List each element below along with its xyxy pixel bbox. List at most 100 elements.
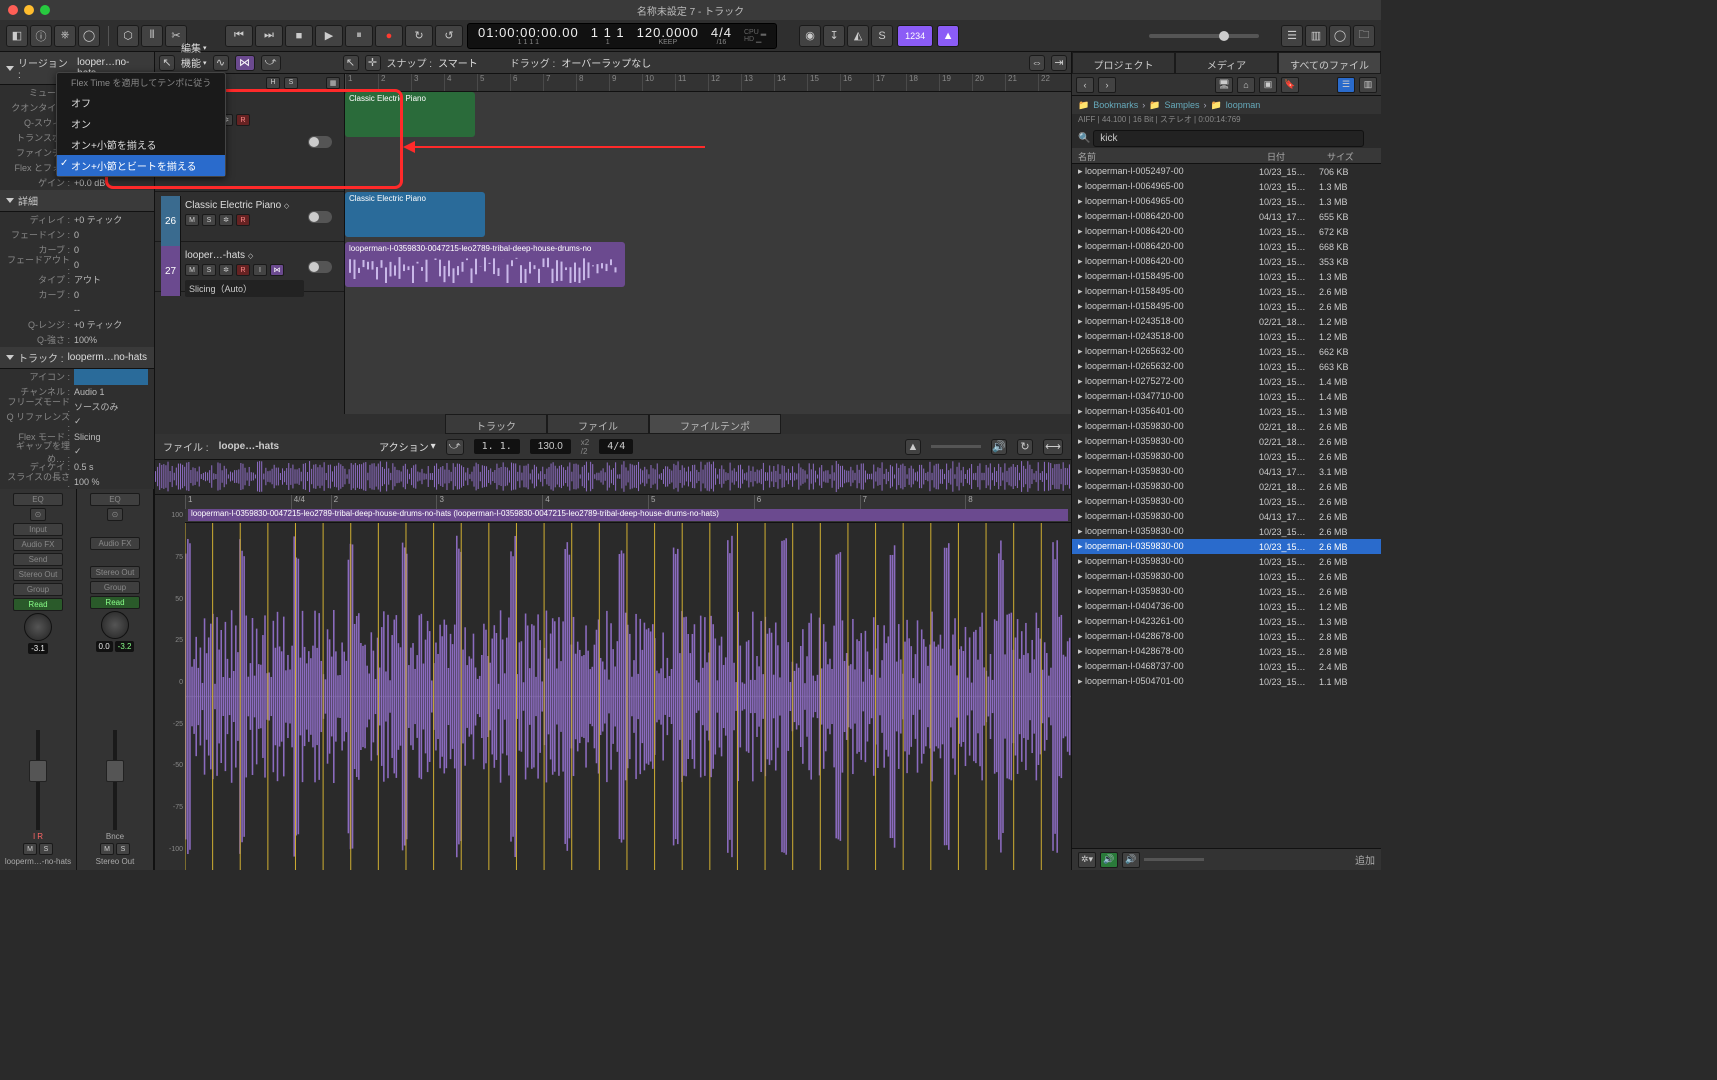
file-row[interactable]: ▸ looperman-l-0423261-0010/23_15…1.3 MB <box>1072 614 1381 629</box>
solo-icon[interactable]: S <box>871 25 893 47</box>
track-header[interactable]: 26Classic Electric Piano ◇MS✲R <box>155 192 344 242</box>
file-row[interactable]: ▸ looperman-l-0243518-0010/23_15…1.2 MB <box>1072 329 1381 344</box>
bookmark-icon[interactable]: 🔖 <box>1281 77 1299 93</box>
flex-icon[interactable]: ⋈ <box>235 55 255 71</box>
lcd-display[interactable]: 01:00:00:00.00 1 1 1 1 1 1 1 1 120.0000 … <box>467 23 777 49</box>
forward-button[interactable]: ⏭ <box>255 25 283 47</box>
file-row[interactable]: ▸ looperman-l-0064965-0010/23_15…1.3 MB <box>1072 194 1381 209</box>
file-row[interactable]: ▸ looperman-l-0428678-0010/23_15…2.8 MB <box>1072 644 1381 659</box>
file-row[interactable]: ▸ looperman-l-0359830-0010/23_15…2.6 MB <box>1072 539 1381 554</box>
track-inspector-header[interactable]: トラック :looperm…no-hats <box>0 347 154 369</box>
browser-columns[interactable]: 名前 日付 サイズ <box>1072 148 1381 164</box>
file-row[interactable]: ▸ looperman-l-0359830-0004/13_17…3.1 MB <box>1072 464 1381 479</box>
ruler[interactable]: 12345678910111213141516171819202122 <box>345 74 1071 92</box>
file-row[interactable]: ▸ looperman-l-0428678-0010/23_15…2.8 MB <box>1072 629 1381 644</box>
file-row[interactable]: ▸ looperman-l-0052497-0010/23_15…706 KB <box>1072 164 1381 179</box>
browser-icon[interactable]: 🗀 <box>1353 25 1375 47</box>
path-bar[interactable]: 📁Bookmarks› 📁Samples› 📁loopman <box>1072 96 1381 114</box>
file-row[interactable]: ▸ looperman-l-0359830-0010/23_15…2.6 MB <box>1072 449 1381 464</box>
inspector-row[interactable]: Q-レンジ :+0 ティック <box>0 317 154 332</box>
group-slot[interactable]: Group <box>13 583 63 596</box>
marquee-icon[interactable]: ✛ <box>365 55 381 71</box>
tab-file-tempo[interactable]: ファイルテンポ <box>649 414 781 434</box>
output-slot[interactable]: Stereo Out <box>13 568 63 581</box>
volume-slider[interactable] <box>1149 34 1259 38</box>
metronome-toggle[interactable]: ▲ <box>937 25 959 47</box>
inspector-row[interactable]: フェードイン :0 <box>0 227 154 242</box>
tab-file[interactable]: ファイル <box>547 414 649 434</box>
region[interactable]: Classic Electric Piano <box>345 192 485 237</box>
track-icon[interactable] <box>74 369 148 385</box>
eq-slot[interactable]: EQ <box>13 493 63 506</box>
tab-all-files[interactable]: すべてのファイル <box>1278 52 1381 74</box>
file-row[interactable]: ▸ looperman-l-0243518-0002/21_18…1.2 MB <box>1072 314 1381 329</box>
home-icon[interactable]: ⌂ <box>1237 77 1255 93</box>
file-row[interactable]: ▸ looperman-l-0086420-0010/23_15…353 KB <box>1072 254 1381 269</box>
snap-value[interactable]: スマート <box>438 55 478 70</box>
stop-button[interactable]: ■ <box>285 25 313 47</box>
arrange-menu[interactable]: 機能 ▾ <box>181 55 207 70</box>
editor-position[interactable]: 1. 1. <box>474 439 520 454</box>
pointer-icon[interactable]: ↖ <box>343 55 359 71</box>
editor-region-bar[interactable]: looperman-l-0359830-0047215-leo2789-trib… <box>188 509 1068 521</box>
tab-media[interactable]: メディア <box>1175 52 1278 74</box>
input-slot[interactable]: Input <box>13 523 63 536</box>
file-row[interactable]: ▸ looperman-l-0086420-0010/23_15…672 KB <box>1072 224 1381 239</box>
file-row[interactable]: ▸ looperman-l-0359830-0002/21_18…2.6 MB <box>1072 479 1381 494</box>
search-input[interactable] <box>1093 130 1364 147</box>
speaker-icon[interactable]: 🔊 <box>991 439 1007 455</box>
inspector-row[interactable]: ゲイン :+0.0 dB <box>0 175 154 190</box>
editor-tempo[interactable]: 130.0 <box>538 441 563 452</box>
gear-icon[interactable]: ✲▾ <box>1078 852 1096 868</box>
arrange-canvas[interactable]: 12345678910111213141516171819202122 Clas… <box>345 74 1071 414</box>
file-row[interactable]: ▸ looperman-l-0086420-0010/23_15…668 KB <box>1072 239 1381 254</box>
file-row[interactable]: ▸ looperman-l-0265632-0010/23_15…663 KB <box>1072 359 1381 374</box>
rewind-button[interactable]: ⏮ <box>225 25 253 47</box>
notepad-icon[interactable]: ▥ <box>1305 25 1327 47</box>
audiofx-slot[interactable]: Audio FX <box>13 538 63 551</box>
menu-item[interactable]: オン <box>57 113 225 134</box>
file-row[interactable]: ▸ looperman-l-0265632-0010/23_15…662 KB <box>1072 344 1381 359</box>
file-row[interactable]: ▸ looperman-l-0158495-0010/23_15…1.3 MB <box>1072 269 1381 284</box>
solo-btn[interactable]: S <box>39 843 53 855</box>
automation-icon[interactable]: ∿ <box>213 55 229 71</box>
volume-fader[interactable] <box>36 730 40 830</box>
loop-browser-icon[interactable]: ◯ <box>1329 25 1351 47</box>
detail-header[interactable]: 詳細 <box>0 190 154 212</box>
file-row[interactable]: ▸ looperman-l-0347710-0010/23_15…1.4 MB <box>1072 389 1381 404</box>
record-button[interactable]: ● <box>375 25 403 47</box>
replace-button[interactable]: ↺ <box>435 25 463 47</box>
inspector-row[interactable]: Q リファレンス :✓ <box>0 414 154 429</box>
editor-timesig[interactable]: 4/4 <box>599 439 633 454</box>
count-in-icon[interactable]: ↧ <box>823 25 845 47</box>
file-row[interactable]: ▸ looperman-l-0359830-0004/13_17…2.6 MB <box>1072 509 1381 524</box>
inspector-row[interactable]: ディレイ :+0 ティック <box>0 212 154 227</box>
inspector-row[interactable]: カーブ :0 <box>0 287 154 302</box>
automation-mode[interactable]: Read <box>13 598 63 611</box>
file-row[interactable]: ▸ looperman-l-0504701-0010/23_15…1.1 MB <box>1072 674 1381 689</box>
inspector-row[interactable]: Q-強さ :100% <box>0 332 154 347</box>
zoom-vert-icon[interactable]: ▲ <box>905 439 921 455</box>
pointer-tool-icon[interactable]: ↖ <box>159 55 175 71</box>
toolbar-button[interactable]: ⎈ <box>54 25 76 47</box>
file-row[interactable]: ▸ looperman-l-0404736-0010/23_15…1.2 MB <box>1072 599 1381 614</box>
arrange-menu[interactable]: 編集 ▾ <box>181 40 207 55</box>
send-slot[interactable]: Send <box>13 553 63 566</box>
computer-icon[interactable]: 🖥 <box>1215 77 1233 93</box>
cycle-button[interactable]: ↻ <box>405 25 433 47</box>
file-row[interactable]: ▸ looperman-l-0158495-0010/23_15…2.6 MB <box>1072 299 1381 314</box>
master-volume[interactable]: 1234 <box>897 25 933 47</box>
file-row[interactable]: ▸ looperman-l-0359830-0010/23_15…2.6 MB <box>1072 554 1381 569</box>
pan-knob[interactable] <box>24 613 52 641</box>
inspector-row[interactable]: フェードアウト :0 <box>0 257 154 272</box>
file-row[interactable]: ▸ looperman-l-0356401-0010/23_15…1.3 MB <box>1072 404 1381 419</box>
menu-item[interactable]: オン+小節を揃える <box>57 134 225 155</box>
back-icon[interactable]: ‹ <box>1076 77 1094 93</box>
global-track-icon[interactable]: ▦ <box>326 77 340 89</box>
minimize-window[interactable] <box>24 5 34 15</box>
file-row[interactable]: ▸ looperman-l-0359830-0010/23_15…2.6 MB <box>1072 584 1381 599</box>
file-row[interactable]: ▸ looperman-l-0359830-0010/23_15…2.6 MB <box>1072 494 1381 509</box>
forward-icon[interactable]: › <box>1098 77 1116 93</box>
editor-ruler[interactable]: 14/42345678 looperman-l-0359830-0047215-… <box>185 495 1071 523</box>
file-row[interactable]: ▸ looperman-l-0468737-0010/23_15…2.4 MB <box>1072 659 1381 674</box>
